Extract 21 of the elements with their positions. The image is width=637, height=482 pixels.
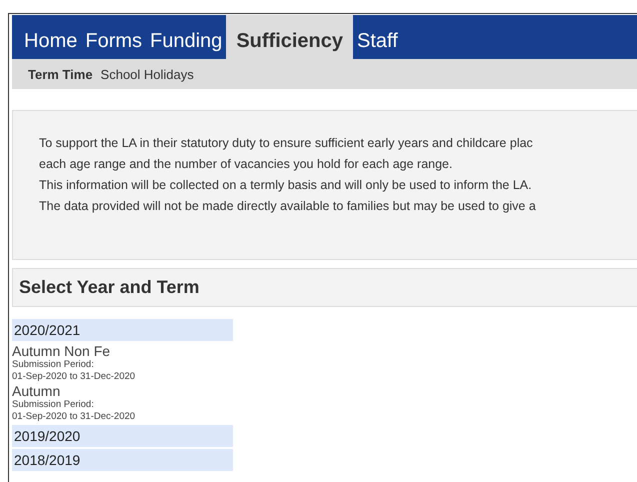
period-label: Submission Period: bbox=[12, 399, 95, 411]
section-title: Select Year and Term bbox=[12, 268, 637, 307]
info-text: This information will be collected on a termly basis and will only be used to inform the LA. bbox=[39, 177, 533, 194]
info-text: The data provided will not be made directly available to families but may be used to give a bbox=[39, 198, 537, 215]
year-item[interactable]: 2018/2019 bbox=[12, 449, 233, 471]
term-link[interactable]: Autumn Non Fe bbox=[12, 343, 233, 359]
term-link[interactable]: Autumn bbox=[12, 383, 233, 399]
nav-tab[interactable]: Staff bbox=[353, 15, 402, 59]
nav-tab[interactable]: Home bbox=[12, 15, 82, 59]
year-item[interactable]: 2019/2020 bbox=[12, 425, 233, 447]
info-text: To support the LA in their statutory duty to ensure sufficient early years and childcare plac bbox=[39, 135, 534, 152]
year-item[interactable]: 2020/2021 bbox=[12, 319, 233, 341]
nav-tab[interactable]: Funding bbox=[146, 15, 226, 59]
period-dates: 01-Sep-2020 to 31-Dec-2020 bbox=[12, 371, 136, 383]
period-dates: 01-Sep-2020 to 31-Dec-2020 bbox=[12, 411, 136, 423]
nav-tab[interactable]: Sufficiency bbox=[226, 15, 354, 59]
sub-tab[interactable]: School Holidays bbox=[100, 66, 194, 82]
period-label: Submission Period: bbox=[12, 359, 95, 371]
nav-tab[interactable]: Forms bbox=[81, 15, 146, 59]
info-text: each age range and the number of vacancies you hold for each age range. bbox=[39, 156, 454, 173]
sub-tab[interactable]: Term Time bbox=[28, 66, 93, 82]
